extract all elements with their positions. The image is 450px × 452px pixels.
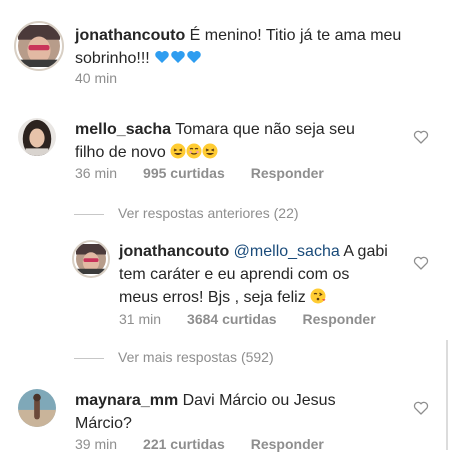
avatar[interactable] — [18, 389, 56, 427]
comment-username[interactable]: jonathancouto — [75, 27, 185, 44]
heart-outline-icon[interactable] — [413, 129, 429, 145]
comment-body: A gabi — [339, 243, 388, 260]
face-blowing-kiss-emoji — [310, 288, 326, 306]
reply-button[interactable]: Responder — [251, 165, 324, 181]
comment-body-line3: meus erros! Bjs , seja feliz — [119, 289, 306, 306]
avatar[interactable] — [72, 240, 110, 278]
comment-body: Davi Márcio ou Jesus — [178, 392, 336, 409]
divider — [74, 213, 104, 215]
view-previous-replies[interactable]: Ver respostas anteriores (22) — [74, 205, 299, 221]
view-more-replies[interactable]: Ver mais respostas (592) — [74, 349, 274, 365]
avatar-photo — [18, 389, 56, 427]
avatar[interactable] — [18, 118, 56, 156]
comment-text: jonathancouto @mello_sacha A gabi tem ca… — [119, 240, 409, 309]
avatar[interactable] — [14, 21, 64, 71]
reply-button[interactable]: Responder — [303, 311, 376, 327]
comment-time: 40 min — [75, 70, 118, 86]
comment-body: Tomara que não seja seu — [171, 121, 355, 138]
comment-text: jonathancouto É menino! Titio já te ama … — [75, 24, 415, 70]
heart-outline-icon[interactable] — [413, 400, 429, 416]
comment-body-line2: Márcio? — [75, 415, 132, 432]
comment-time: 31 min — [119, 311, 162, 327]
comment-meta: 40 min — [75, 70, 117, 86]
scrollbar[interactable] — [446, 340, 448, 450]
comment-meta: 36 min 995 curtidas Responder — [75, 165, 324, 181]
avatar-photo — [76, 244, 106, 274]
likes-count[interactable]: 3684 curtidas — [187, 311, 277, 327]
comment-username[interactable]: maynara_mm — [75, 392, 178, 409]
comment-time: 36 min — [75, 165, 118, 181]
comment-body-line2: filho de novo — [75, 144, 166, 161]
blue-heart-emoji — [154, 50, 202, 67]
comment-meta: 31 min 3684 curtidas Responder — [119, 311, 376, 327]
mention-link[interactable]: @mello_sacha — [234, 243, 340, 260]
heart-outline-icon[interactable] — [413, 255, 429, 271]
comment-username[interactable]: mello_sacha — [75, 121, 171, 138]
avatar-photo — [18, 118, 56, 156]
comment-text: mello_sacha Tomara que não seja seu filh… — [75, 118, 395, 164]
divider — [74, 357, 104, 359]
avatar-photo — [18, 25, 60, 67]
likes-count[interactable]: 995 curtidas — [143, 165, 225, 181]
comment-text: maynara_mm Davi Márcio ou Jesus Márcio? — [75, 389, 395, 435]
view-previous-label: Ver respostas anteriores (22) — [118, 205, 299, 221]
comment-username[interactable]: jonathancouto — [119, 243, 229, 260]
comment-body-line2: sobrinho!!! — [75, 50, 150, 67]
comment-body: É menino! Titio já te ama meu — [185, 27, 402, 44]
view-more-label: Ver mais respostas (592) — [118, 349, 274, 365]
comment-body-line2: tem caráter e eu aprendi com os — [119, 266, 350, 283]
grinning-squinting-emoji — [170, 143, 218, 161]
